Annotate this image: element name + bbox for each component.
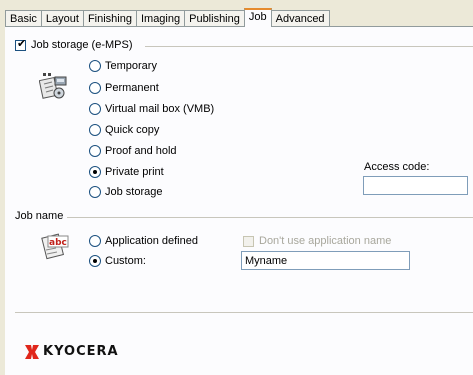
access-code-input[interactable] xyxy=(363,176,468,195)
job-storage-checkbox[interactable]: ✔ xyxy=(15,38,27,51)
option-application-defined-label: Application defined xyxy=(105,235,198,247)
radio-job-storage[interactable] xyxy=(89,186,101,198)
job-name-group-label: Job name xyxy=(15,210,64,222)
kyocera-mark-icon xyxy=(25,344,39,359)
access-code-label: Access code: xyxy=(364,161,430,173)
option-custom-label: Custom: xyxy=(105,255,146,267)
dont-use-app-name-label: Don't use application name xyxy=(259,235,392,247)
radio-application-defined[interactable] xyxy=(89,235,101,247)
tab-basic[interactable]: Basic xyxy=(5,10,42,27)
radio-quick-copy[interactable] xyxy=(89,124,101,136)
footer-divider xyxy=(15,312,473,313)
tab-strip: Basic Layout Finishing Imaging Publishin… xyxy=(5,8,330,27)
option-private-print-label: Private print xyxy=(105,166,164,178)
job-panel: ✔ Job storage (e-MPS) Temporary Permanen… xyxy=(5,26,473,375)
group-divider xyxy=(67,217,473,218)
tab-job[interactable]: Job xyxy=(243,8,272,27)
radio-private-print[interactable] xyxy=(89,166,101,178)
tab-layout[interactable]: Layout xyxy=(40,10,84,27)
custom-job-name-input[interactable] xyxy=(241,251,410,270)
option-temporary-label: Temporary xyxy=(105,60,157,72)
radio-virtual-mail-box[interactable] xyxy=(89,103,101,115)
option-vmb-label: Virtual mail box (VMB) xyxy=(105,103,215,115)
job-storage-label: Job storage (e-MPS) xyxy=(31,39,133,51)
option-job-storage-label: Job storage xyxy=(105,186,163,198)
option-quick-copy-label: Quick copy xyxy=(105,124,160,136)
kyocera-logo: KYOCERA xyxy=(25,344,119,359)
abc-document-icon: abc xyxy=(41,233,69,260)
radio-proof-and-hold[interactable] xyxy=(89,145,101,157)
tab-advanced[interactable]: Advanced xyxy=(270,10,330,27)
kyocera-wordmark: KYOCERA xyxy=(43,344,119,359)
group-divider xyxy=(145,46,473,47)
svg-text:abc: abc xyxy=(49,238,67,248)
option-proof-and-hold-label: Proof and hold xyxy=(105,145,177,157)
radio-custom[interactable] xyxy=(89,255,101,267)
dont-use-app-name-checkbox[interactable] xyxy=(243,236,254,247)
checkmark-icon: ✔ xyxy=(17,38,27,50)
tab-imaging[interactable]: Imaging xyxy=(135,10,186,27)
tab-publishing[interactable]: Publishing xyxy=(184,10,245,27)
radio-temporary[interactable] xyxy=(89,60,101,72)
option-permanent-label: Permanent xyxy=(105,82,159,94)
radio-permanent[interactable] xyxy=(89,82,101,94)
job-storage-icon xyxy=(39,73,67,99)
tab-finishing[interactable]: Finishing xyxy=(82,10,137,27)
